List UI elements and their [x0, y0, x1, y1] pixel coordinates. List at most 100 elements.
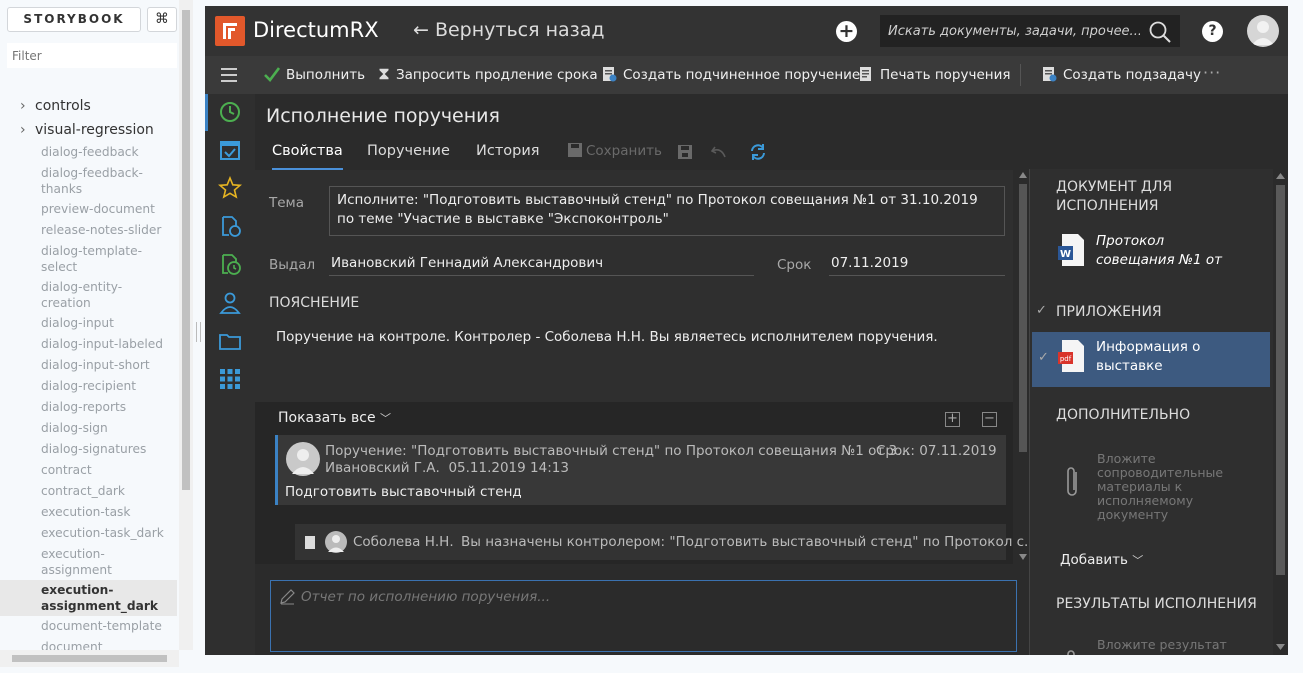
attachment-file-item-selected[interactable]: ✓ pdf Информация о выставке: [1032, 332, 1270, 387]
back-link[interactable]: ← Вернуться назад: [413, 19, 605, 41]
thread-reply[interactable]: Соболева Н.Н. Вы назначены контролером: …: [295, 524, 1037, 560]
folder-icon[interactable]: [218, 329, 242, 353]
tree-folder-visual-regression[interactable]: › visual-regression: [0, 118, 177, 142]
tab-history[interactable]: История: [476, 140, 540, 170]
create-subtask-button[interactable]: Создать подзадачу: [1041, 56, 1201, 94]
story-item[interactable]: execution-task_dark: [0, 523, 177, 544]
action-toolbar: Выполнить Запросить продление срока Созд…: [205, 56, 1288, 94]
user-icon[interactable]: [218, 291, 242, 315]
sidebar-vertical-scrollbar[interactable]: [179, 0, 193, 650]
story-item[interactable]: dialog-feedback-thanks: [0, 163, 150, 199]
story-item[interactable]: dialog-input-labeled: [0, 334, 177, 355]
story-item[interactable]: execution-task: [0, 502, 177, 523]
apps-grid-icon[interactable]: [218, 367, 242, 391]
directum-app: DirectumRX ← Вернуться назад + ? Выполни…: [205, 6, 1288, 655]
due-date-field[interactable]: 07.11.2019: [829, 252, 1005, 276]
collapse-all-button[interactable]: −: [982, 412, 997, 427]
add-attachment-button[interactable]: Добавить ﹀: [1060, 552, 1143, 568]
story-item[interactable]: dialog-input: [0, 313, 177, 334]
expand-all-button[interactable]: +: [945, 412, 960, 427]
tree-folder-controls[interactable]: › controls: [0, 94, 177, 118]
attachments-scrollbar[interactable]: [1273, 169, 1288, 655]
storybook-sidebar: STORYBOOK ⌘ › controls › visual-regression…: [0, 0, 193, 673]
shortcuts-button[interactable]: ⌘: [147, 7, 177, 32]
menu-icon[interactable]: [221, 68, 237, 82]
tab-assignment[interactable]: Поручение: [367, 140, 450, 170]
more-actions-button[interactable]: ···: [1203, 56, 1221, 90]
document-add-icon: [1043, 67, 1057, 82]
search-input[interactable]: [880, 15, 1140, 47]
star-icon[interactable]: [218, 176, 242, 200]
story-item[interactable]: dialog-reports: [0, 397, 177, 418]
show-all-toggle[interactable]: Показать все ﹀: [278, 410, 391, 426]
scroll-up-icon[interactable]: [1276, 173, 1285, 179]
report-input[interactable]: [271, 581, 1016, 651]
scroll-up-icon[interactable]: [1019, 172, 1027, 178]
search-icon[interactable]: [1148, 20, 1172, 44]
print-button[interactable]: Печать поручения: [858, 56, 1010, 94]
execute-button[interactable]: Выполнить: [264, 56, 365, 94]
refresh-icon[interactable]: [749, 143, 767, 161]
story-item[interactable]: dialog-entity-creation: [0, 277, 140, 313]
story-item[interactable]: document: [0, 637, 177, 650]
story-item[interactable]: dialog-input-short: [0, 355, 177, 376]
story-item[interactable]: contract: [0, 460, 177, 481]
story-item[interactable]: document-template: [0, 616, 177, 637]
story-item[interactable]: dialog-recipient: [0, 376, 177, 397]
filter-input[interactable]: [7, 43, 177, 68]
storybook-brand[interactable]: STORYBOOK: [7, 7, 141, 32]
thread-message[interactable]: Поручение: "Подготовить выставочный стен…: [275, 435, 1006, 505]
tab-properties[interactable]: Свойства: [272, 140, 343, 170]
save-button[interactable]: Сохранить: [568, 143, 662, 159]
story-item-active[interactable]: execution-assignment_dark: [0, 580, 177, 616]
add-label: Добавить: [1060, 552, 1128, 568]
create-subordinate-button[interactable]: Создать подчиненное поручение: [601, 56, 860, 94]
word-document-icon: W: [1058, 234, 1084, 266]
scrollbar-thumb[interactable]: [182, 10, 190, 490]
scroll-down-icon[interactable]: [1019, 554, 1027, 560]
issued-by-field[interactable]: Ивановский Геннадий Александрович: [329, 252, 754, 276]
create-button[interactable]: +: [836, 21, 857, 42]
explanation-heading: ПОЯСНЕНИЕ: [269, 295, 360, 311]
task-check-icon[interactable]: [218, 138, 242, 162]
explanation-text: Поручение на контроле. Контролер - Собол…: [276, 329, 938, 345]
subject-field[interactable]: Исполните: "Подготовить выставочный стен…: [329, 186, 1005, 236]
directum-logo-icon[interactable]: [215, 16, 245, 46]
scrollbar-thumb[interactable]: [12, 655, 167, 662]
sidebar-horizontal-scrollbar[interactable]: [0, 650, 179, 667]
story-item[interactable]: preview-document: [0, 199, 177, 220]
story-item[interactable]: dialog-signatures: [0, 439, 177, 460]
document-file-item[interactable]: W Протокол совещания №1 от: [1032, 226, 1270, 281]
history-clock-icon[interactable]: [218, 252, 242, 276]
story-item[interactable]: dialog-sign: [0, 418, 177, 439]
story-item[interactable]: dialog-template-select: [0, 241, 150, 277]
scrollbar-thumb[interactable]: [1019, 184, 1027, 452]
scroll-down-icon[interactable]: [1276, 644, 1285, 650]
user-avatar[interactable]: [1247, 15, 1279, 47]
create-subordinate-label: Создать подчиненное поручение: [623, 67, 861, 83]
additional-hint: Вложите сопроводительные материалы к исп…: [1097, 451, 1224, 522]
scrollbar-thumb[interactable]: [1276, 185, 1285, 575]
execute-label: Выполнить: [286, 67, 366, 83]
help-button[interactable]: ?: [1202, 21, 1223, 42]
toolbar-divider: [1020, 64, 1021, 86]
request-extension-button[interactable]: Запросить продление срока: [378, 56, 598, 94]
save-close-icon[interactable]: [678, 145, 692, 159]
page-scrollbar[interactable]: [1288, 6, 1300, 655]
checkmark-icon: ✓: [1038, 350, 1049, 365]
properties-scrollbar[interactable]: [1017, 170, 1029, 564]
plus-icon: +: [838, 20, 855, 42]
undo-icon[interactable]: [711, 145, 727, 159]
clock-icon[interactable]: [218, 100, 242, 124]
story-item[interactable]: execution-assignment: [0, 544, 125, 580]
story-item[interactable]: release-notes-slider: [0, 220, 177, 241]
app-logo-text[interactable]: DirectumRX: [253, 18, 379, 42]
story-item[interactable]: dialog-feedback: [0, 142, 177, 163]
attachments-heading[interactable]: ПРИЛОЖЕНИЯ: [1056, 303, 1162, 322]
story-item[interactable]: contract_dark: [0, 481, 177, 502]
document-sync-icon[interactable]: [218, 214, 242, 238]
panel-splitter-handle[interactable]: [196, 322, 201, 342]
tree-folder-label: visual-regression: [35, 122, 154, 138]
document-icon: [305, 536, 315, 549]
reply-author: Соболева Н.Н.: [353, 534, 454, 550]
